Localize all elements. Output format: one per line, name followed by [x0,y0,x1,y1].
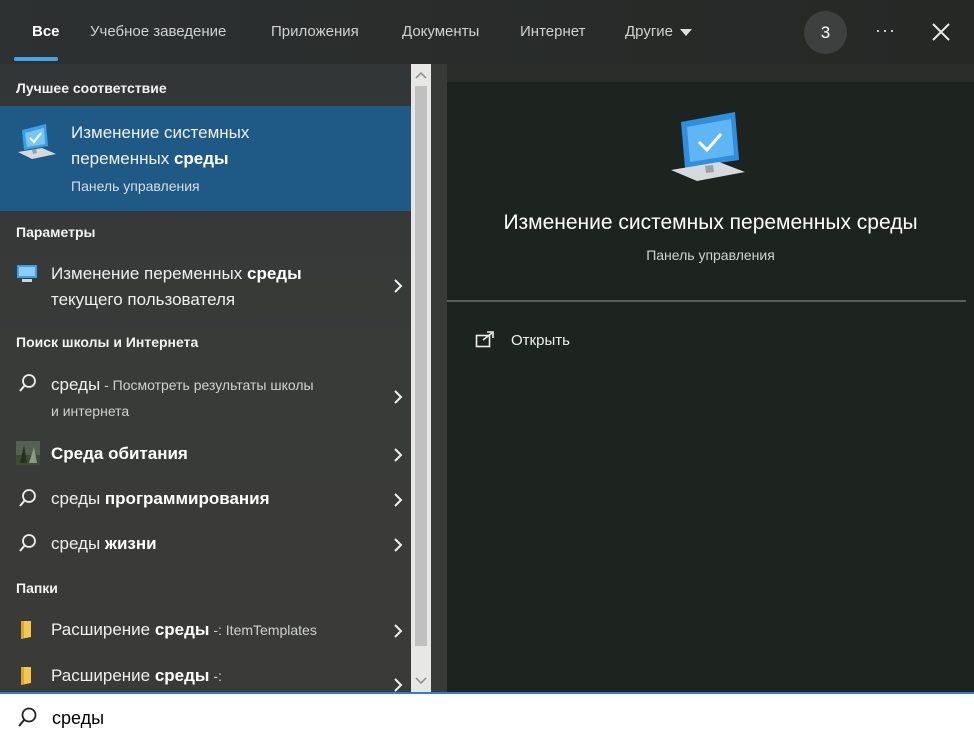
chevron-right-icon [394,390,403,404]
best-match-title-bold: среды [173,149,229,168]
preview-subtitle: Панель управления [646,247,775,263]
search-icon [19,534,36,552]
folder-item[interactable]: Расширение среды -: ItemTemplates [0,614,411,650]
web-result-habitat-label: Среда обитания [51,444,188,463]
search-box[interactable] [0,692,974,739]
open-external-icon [475,331,494,348]
search-icon [19,489,36,507]
web-result-life-normal: среды [51,534,105,553]
settings-item-bold: среды [247,264,302,283]
folder-icon [21,621,31,639]
web-result-programming-normal: среды [51,489,105,508]
preview-panel: Изменение системных переменных среды Пан… [447,82,974,692]
open-label: Открыть [511,332,570,349]
folder-item-text: Расширение среды -: [51,663,222,689]
system-settings-icon [18,124,56,159]
tab-other-label: Другие [625,23,674,40]
scroll-up-icon[interactable] [415,70,427,80]
folder-item-bold: среды [154,620,210,639]
chevron-right-icon [394,624,403,638]
scrollbar-thumb[interactable] [415,86,427,646]
close-button[interactable] [926,17,956,47]
preview-divider [447,300,966,302]
best-match-title-line1: Изменение системных [71,123,250,142]
tab-school[interactable]: Учебное заведение [90,0,226,64]
chevron-right-icon [394,538,403,552]
settings-item-text: Изменение переменных среды текущего поль… [51,261,302,313]
tab-apps[interactable]: Приложения [271,0,359,64]
section-best-match: Лучшее соответствие [16,80,167,96]
folder-item-suffix: -: [209,668,222,684]
tab-all[interactable]: Все [32,0,60,64]
web-result-suffix: - Посмотреть результаты школы [100,377,314,393]
folder-item-normal: Расширение [51,666,155,685]
chevron-right-icon [394,448,403,462]
best-match-item[interactable]: Изменение системных переменных среды Пан… [0,106,411,211]
search-icon [19,374,36,392]
best-match-title-line2: переменных [71,149,174,168]
rewards-badge[interactable]: 3 [804,11,847,54]
tab-web[interactable]: Интернет [520,0,585,64]
folder-item-text: Расширение среды -: ItemTemplates [51,617,317,643]
web-result-habitat-text: Среда обитания [51,441,188,467]
web-result-programming-text: среды программирования [51,486,270,512]
folder-icon [21,667,31,685]
web-result-line2: и интернета [51,403,130,419]
tab-documents[interactable]: Документы [402,0,479,64]
web-result-query: среды [51,375,101,394]
best-match-subtitle: Панель управления [71,178,200,194]
tab-other[interactable]: Другие [625,0,693,64]
folder-item-normal: Расширение [51,620,155,639]
chevron-right-icon [394,678,403,692]
results-scrollbar[interactable] [411,64,431,692]
scroll-down-icon[interactable] [415,676,427,686]
results-list: Лучшее соответствие Изменение системных … [0,64,411,692]
system-settings-icon [671,112,745,181]
web-result-programming-bold: программирования [104,489,270,508]
best-match-title: Изменение системных переменных среды [71,120,249,172]
panel-gap [431,64,447,692]
chevron-right-icon [394,493,403,507]
search-icon [18,707,37,727]
web-result-text: среды - Посмотреть результаты школы и ин… [51,372,314,424]
folder-item[interactable]: Расширение среды -: [0,660,411,692]
close-icon [932,23,950,41]
web-result-life-bold: жизни [104,534,157,553]
section-folders: Папки [16,580,58,596]
monitor-icon [17,265,37,282]
more-options-button[interactable]: ··· [875,20,896,41]
settings-item-line2: текущего пользователя [51,290,236,309]
web-result-life-text: среды жизни [51,531,157,557]
folder-item-suffix: -: ItemTemplates [209,622,317,638]
settings-item-line1: Изменение переменных [51,264,247,283]
caret-down-icon [680,28,693,36]
open-action[interactable]: Открыть [475,328,595,354]
section-settings: Параметры [16,224,96,240]
web-result-habitat[interactable]: Среда обитания [0,436,411,472]
web-result-item[interactable]: среды - Посмотреть результаты школы и ин… [0,367,411,425]
settings-item-user-env[interactable]: Изменение переменных среды текущего поль… [0,256,411,314]
web-result-programming[interactable]: среды программирования [0,482,411,518]
section-web-search: Поиск школы и Интернета [16,334,199,350]
active-tab-indicator [14,57,58,61]
chevron-right-icon [394,279,403,293]
preview-title: Изменение системных переменных среды [503,211,918,234]
folder-item-bold: среды [154,666,210,685]
search-input[interactable] [50,702,954,734]
landscape-thumbnail-icon [16,441,40,465]
search-scope-bar: Все Учебное заведение Приложения Докумен… [0,0,974,64]
web-result-life[interactable]: среды жизни [0,527,411,563]
